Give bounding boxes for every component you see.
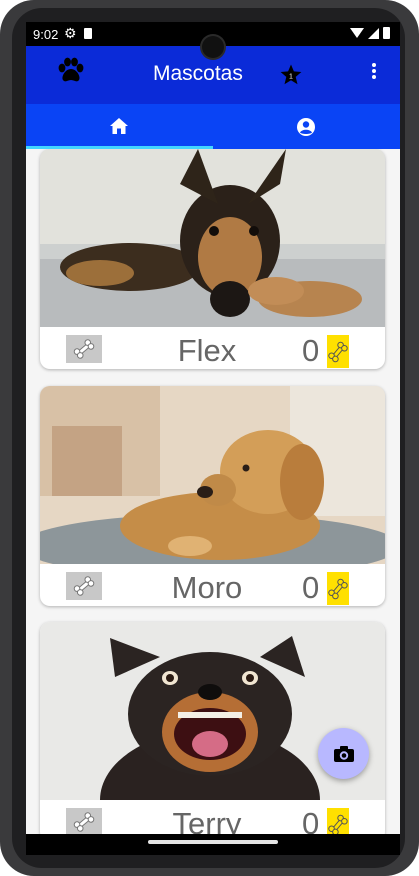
pet-card-footer: Flex 0 [40, 327, 385, 369]
pet-photo[interactable] [40, 386, 385, 564]
front-camera [202, 36, 224, 58]
bone-icon [328, 578, 348, 599]
profile-icon [297, 118, 315, 136]
bone-icon [73, 812, 95, 832]
bone-like-button[interactable] [327, 335, 349, 368]
bone-icon [328, 341, 348, 362]
favorites-star-icon[interactable]: 1 [279, 63, 303, 87]
status-icons [350, 27, 390, 39]
app-title: Mascotas [153, 62, 243, 85]
tab-bar [26, 104, 400, 149]
bone-icon [73, 339, 95, 359]
bone-like-button[interactable] [327, 572, 349, 605]
camera-fab-button[interactable] [318, 728, 369, 779]
settings-gear-icon: ⚙ [64, 25, 77, 41]
battery-icon [383, 27, 390, 39]
pet-name: Flex [177, 333, 237, 368]
pet-card: Flex 0 [40, 149, 385, 369]
status-time: 9:02 [33, 27, 59, 42]
like-count: 0 [302, 570, 320, 605]
tab-profile[interactable] [213, 104, 400, 149]
bone-rate-button[interactable] [66, 808, 102, 836]
system-navigation-bar [26, 834, 400, 855]
bone-rate-button[interactable] [66, 335, 102, 363]
home-icon [110, 118, 128, 134]
pet-card: Moro 0 [40, 386, 385, 606]
home-gesture-handle[interactable] [148, 840, 278, 844]
overflow-menu-icon[interactable] [370, 63, 378, 83]
pet-photo[interactable] [40, 149, 385, 327]
signal-icon [368, 27, 379, 39]
bone-icon [73, 576, 95, 596]
sim-card-icon [84, 28, 92, 39]
paw-icon[interactable] [56, 56, 86, 86]
like-count: 0 [302, 333, 320, 368]
pet-card-footer: Moro 0 [40, 564, 385, 606]
star-badge-count: 1 [289, 74, 293, 81]
pet-name: Moro [171, 570, 243, 605]
camera-icon [333, 745, 354, 762]
app-screen: 9:02 ⚙ Mascotas 1 Flex 0 Moro 0 Terry 0 [26, 22, 400, 855]
bone-rate-button[interactable] [66, 572, 102, 600]
tab-home[interactable] [26, 104, 213, 149]
wifi-icon [350, 28, 364, 38]
